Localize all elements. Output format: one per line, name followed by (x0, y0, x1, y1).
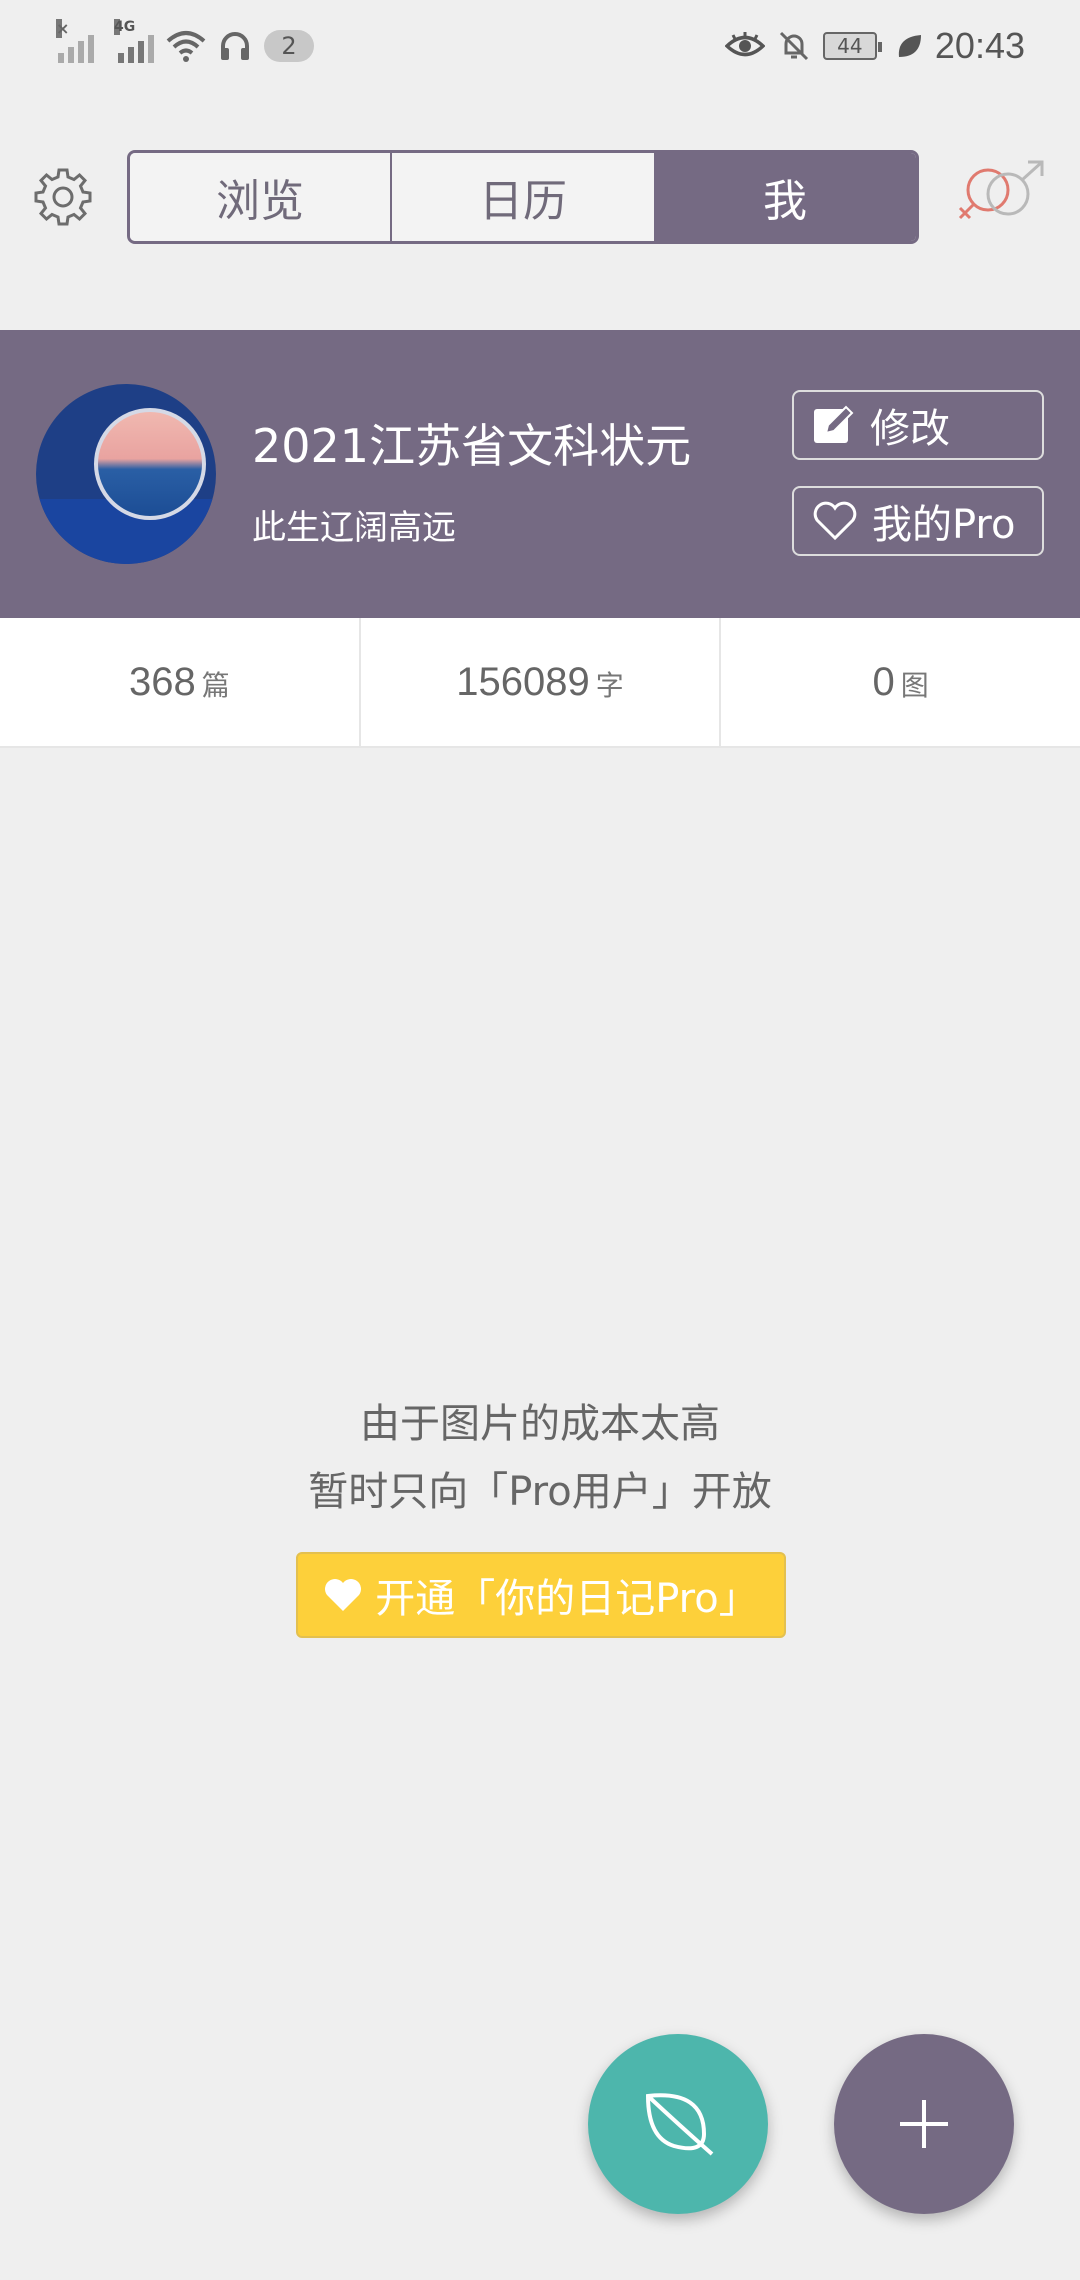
upgrade-pro-label: 开通「你的日记Pro」 (375, 1576, 759, 1622)
tab-me[interactable]: 我 (654, 153, 916, 241)
profile-card: 2021江苏省文科状元 此生辽阔高远 修改 我的Pro (0, 330, 1080, 618)
plus-icon (900, 2100, 948, 2148)
network-type-label: 4G (114, 19, 136, 35)
battery-icon: 44 (822, 32, 882, 60)
stat-diaries[interactable]: 368 篇 (0, 618, 361, 746)
stat-value: 156089 (456, 660, 590, 704)
notice-line-1: 由于图片的成本太高 (360, 1401, 720, 1447)
leaf-icon (645, 2093, 714, 2156)
status-bar: × 4G 2 44 20:43 (0, 0, 1080, 92)
add-diary-button[interactable] (834, 2034, 1014, 2214)
edit-icon (814, 405, 854, 443)
status-left: × 4G 2 (56, 19, 314, 63)
settings-button[interactable] (32, 166, 94, 228)
power-saving-leaf-icon (898, 35, 921, 57)
profile-nickname: 2021江苏省文科状元 (252, 419, 692, 473)
profile-motto: 此生辽阔高远 (252, 508, 456, 548)
my-pro-label: 我的Pro (872, 502, 1016, 548)
avatar[interactable] (36, 384, 216, 564)
eye-comfort-icon (724, 32, 765, 57)
stat-images[interactable]: 0 图 (721, 618, 1080, 746)
leaf-fab-button[interactable] (588, 2034, 768, 2214)
clock: 20:43 (934, 25, 1025, 66)
signal-no-sim-icon: × (56, 19, 94, 63)
top-header: 浏览 日历 我 (0, 148, 1080, 244)
notice-line-2: 暂时只向「Pro用户」开放 (308, 1469, 772, 1515)
stat-unit: 图 (900, 669, 929, 702)
edit-label: 修改 (870, 406, 950, 452)
signal-4g-icon: 4G (114, 19, 154, 63)
stat-unit: 字 (595, 669, 624, 702)
headset-icon (221, 32, 249, 60)
bell-muted-icon (779, 31, 808, 61)
tab-browse[interactable]: 浏览 (130, 153, 392, 241)
gender-symbols-icon (958, 160, 1044, 220)
tab-bar: 浏览 日历 我 (127, 150, 919, 244)
stats-bar: 368 篇 156089 字 0 图 (0, 618, 1080, 748)
edit-profile-button[interactable]: 修改 (792, 390, 1044, 460)
pro-notice: 由于图片的成本太高 暂时只向「Pro用户」开放 (0, 1390, 1080, 1526)
stat-unit: 篇 (201, 669, 230, 702)
heart-filled-icon (325, 1579, 362, 1611)
notification-count-badge: 2 (264, 30, 314, 62)
heart-outline-icon (813, 501, 857, 541)
stat-value: 0 (872, 660, 895, 704)
upgrade-pro-button[interactable]: 开通「你的日记Pro」 (296, 1552, 786, 1638)
stat-value: 368 (128, 660, 196, 704)
partner-button[interactable] (950, 160, 1050, 230)
tab-calendar[interactable]: 日历 (392, 153, 654, 241)
stat-words[interactable]: 156089 字 (361, 618, 722, 746)
gear-icon (34, 168, 92, 226)
wifi-icon (166, 31, 206, 62)
status-right: 44 20:43 (724, 25, 1025, 67)
my-pro-button[interactable]: 我的Pro (792, 486, 1044, 556)
